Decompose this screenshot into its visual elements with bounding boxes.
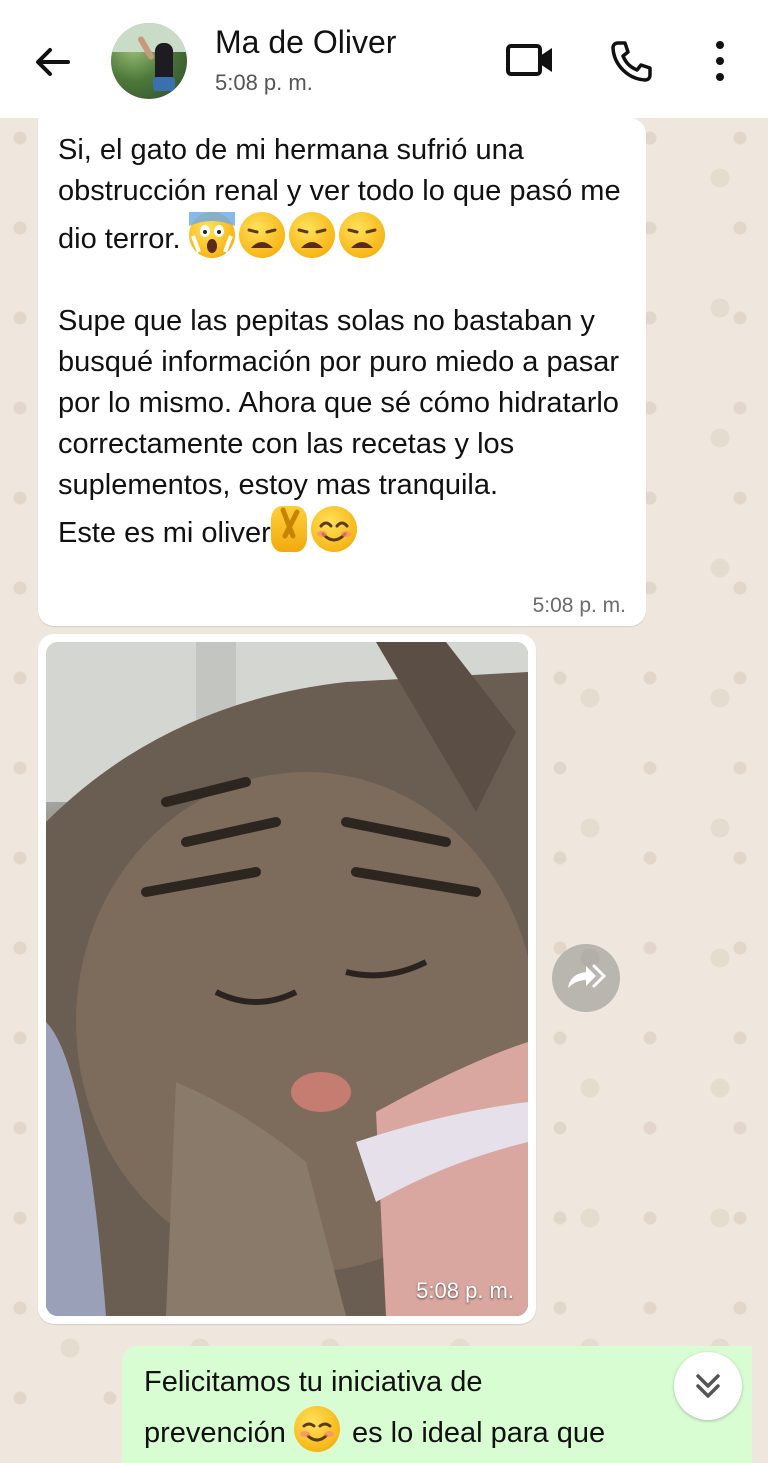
incoming-image-message[interactable]: 5:08 p. m. xyxy=(38,634,536,1324)
back-arrow-icon[interactable] xyxy=(28,38,76,86)
more-vertical-icon[interactable] xyxy=(706,38,734,84)
smiling-face-icon xyxy=(310,506,357,552)
outgoing-text-part-3: es lo ideal para que xyxy=(352,1417,606,1449)
message-paragraph-3: Este es mi oliver xyxy=(58,517,271,549)
message-paragraph-2: Supe que las pepitas solas no bastaban y… xyxy=(58,305,619,501)
scroll-to-bottom-button[interactable] xyxy=(674,1352,742,1420)
double-chevron-down-icon xyxy=(696,1374,720,1398)
last-seen-status: 5:08 p. m. xyxy=(215,70,313,95)
weary-face-icon xyxy=(338,212,385,258)
weary-face-icon xyxy=(288,212,335,258)
image-timestamp: 5:08 p. m. xyxy=(416,1278,514,1303)
video-call-icon[interactable] xyxy=(505,40,555,80)
avatar[interactable] xyxy=(111,23,187,99)
outgoing-message-text: Felicitamos tu iniciativa de prevención … xyxy=(144,1358,684,1457)
forward-icon[interactable] xyxy=(552,944,620,1012)
chat-area[interactable]: Si, el gato de mi hermana sufrió una obs… xyxy=(0,118,768,1463)
weary-face-icon xyxy=(238,212,285,258)
outgoing-message-bubble[interactable]: Felicitamos tu iniciativa de prevención … xyxy=(122,1346,752,1463)
crossed-fingers-icon xyxy=(270,506,307,552)
contact-name[interactable]: Ma de Oliver xyxy=(215,24,396,61)
incoming-message-bubble[interactable]: Si, el gato de mi hermana sufrió una obs… xyxy=(38,118,646,626)
face-screaming-icon xyxy=(188,212,235,258)
smiling-face-icon xyxy=(293,1406,340,1452)
outgoing-text-part-2: prevención xyxy=(144,1417,286,1449)
chat-header: Ma de Oliver 5:08 p. m. xyxy=(0,0,768,118)
message-text: Si, el gato de mi hermana sufrió una obs… xyxy=(58,130,628,554)
outgoing-text-line-1: Felicitamos tu iniciativa de xyxy=(144,1366,483,1398)
message-timestamp: 5:08 p. m. xyxy=(532,594,626,617)
cat-photo[interactable] xyxy=(46,642,528,1316)
phone-icon[interactable] xyxy=(608,38,654,84)
